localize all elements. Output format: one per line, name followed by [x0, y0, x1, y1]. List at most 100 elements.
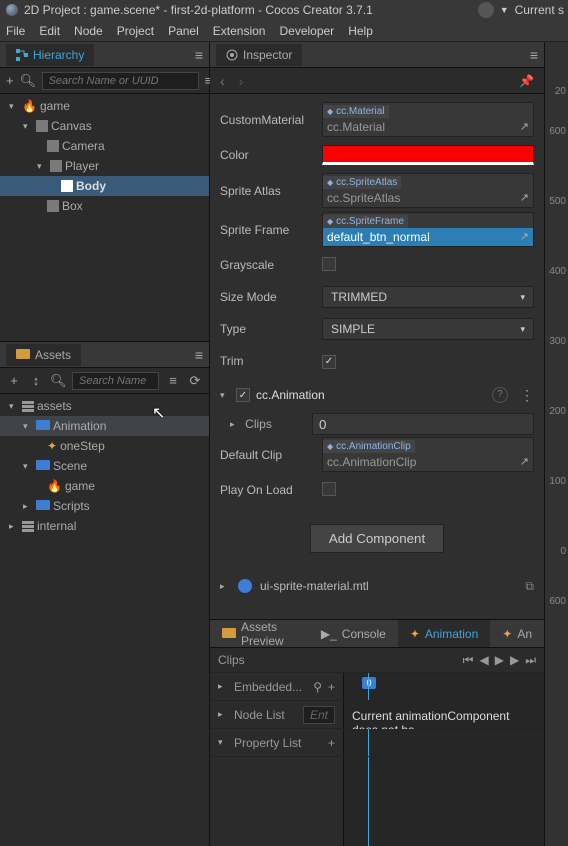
asset-item[interactable]: ▾assets [0, 396, 209, 416]
skip-end-icon[interactable]: ⏭ [525, 653, 536, 668]
expand-arrow-icon[interactable]: ▾ [37, 161, 47, 172]
menu-extension[interactable]: Extension [213, 24, 266, 38]
sprite-frame-field[interactable]: cc.SpriteFrame default_btn_normal ↗ [322, 212, 534, 247]
tab-animation-2[interactable]: ✦An [490, 620, 544, 647]
chevron-down-icon[interactable]: ▼ [500, 5, 509, 15]
asset-item[interactable]: ▸Scripts [0, 496, 209, 516]
asset-item[interactable]: 🔥game [0, 476, 209, 496]
next-frame-icon[interactable]: ▶ [510, 653, 519, 668]
asset-item[interactable]: ✦oneStep [0, 436, 209, 456]
expand-arrow-icon[interactable]: ▾ [23, 121, 33, 132]
hierarchy-node[interactable]: ▾Player [0, 156, 209, 176]
play-icon[interactable]: ▶ [495, 653, 504, 668]
playhead[interactable] [368, 673, 369, 700]
tab-assets[interactable]: Assets [6, 344, 81, 366]
add-node-button[interactable]: + [6, 73, 14, 88]
assets-search-input[interactable] [72, 372, 159, 390]
trim-checkbox[interactable]: ✓ [322, 355, 336, 369]
node-list-input[interactable]: Ent [303, 706, 335, 724]
refresh-icon[interactable]: ⟳ [187, 373, 203, 389]
add-icon[interactable]: + [328, 680, 335, 694]
prev-frame-icon[interactable]: ◀ [479, 653, 488, 668]
panel-menu-icon[interactable]: ≡ [195, 347, 203, 363]
component-menu-icon[interactable]: ⋮ [520, 387, 534, 404]
expand-arrow-icon[interactable]: ▸ [9, 521, 19, 532]
link-icon[interactable]: ↗ [520, 230, 529, 243]
grayscale-checkbox[interactable] [322, 257, 336, 271]
color-picker[interactable] [322, 145, 534, 165]
menu-file[interactable]: File [6, 24, 25, 38]
expand-arrow-icon[interactable]: ▸ [218, 681, 228, 692]
component-enabled-checkbox[interactable]: ✓ [236, 388, 250, 402]
asset-item[interactable]: ▸internal [0, 516, 209, 536]
help-icon[interactable]: ? [492, 387, 508, 403]
hierarchy-node[interactable]: Camera [0, 136, 209, 156]
link-icon[interactable]: ↗ [520, 455, 529, 468]
search-icon[interactable]: 🔍︎ [50, 373, 66, 389]
filter-icon[interactable]: ≡ [165, 373, 181, 388]
expand-arrow-icon[interactable]: ▸ [220, 581, 230, 592]
custom-material-field[interactable]: cc.Material cc.Material ↗ [322, 102, 534, 137]
nav-back-icon[interactable]: ‹ [220, 73, 225, 89]
expand-arrow-icon[interactable]: ▾ [220, 390, 230, 401]
tab-hierarchy[interactable]: Hierarchy [6, 44, 94, 66]
link-icon[interactable]: ↗ [520, 120, 529, 133]
timeline-area[interactable] [344, 757, 544, 846]
hierarchy-node[interactable]: Box [0, 196, 209, 216]
add-property-icon[interactable]: + [328, 736, 335, 750]
menu-node[interactable]: Node [74, 24, 103, 38]
expand-arrow-icon[interactable]: ▾ [9, 101, 19, 112]
preview-globe-icon[interactable] [478, 2, 494, 18]
add-asset-button[interactable]: + [6, 373, 22, 388]
playhead[interactable] [368, 757, 369, 846]
nav-forward-icon[interactable]: › [239, 73, 244, 89]
expand-arrow-icon[interactable]: ▸ [218, 709, 228, 720]
playhead[interactable] [368, 729, 369, 756]
pin-icon[interactable]: 📌 [519, 74, 534, 88]
keyframe-marker[interactable]: 0 [362, 677, 376, 689]
sort-icon[interactable]: ↕ [28, 373, 44, 388]
expand-arrow-icon[interactable]: ▸ [23, 501, 33, 512]
type-select[interactable]: SIMPLE▾ [322, 318, 534, 340]
hierarchy-node[interactable]: ▾Canvas [0, 116, 209, 136]
search-icon[interactable]: 🔍︎ [20, 73, 36, 89]
menu-developer[interactable]: Developer [279, 24, 334, 38]
hierarchy-node[interactable]: Body [0, 176, 209, 196]
asset-item[interactable]: ▾Animation [0, 416, 209, 436]
timeline-area[interactable] [344, 729, 544, 756]
sprite-atlas-field[interactable]: cc.SpriteAtlas cc.SpriteAtlas ↗ [322, 173, 534, 208]
expand-arrow-icon[interactable]: ▾ [218, 737, 228, 748]
copy-icon[interactable]: ⧉ [525, 579, 534, 594]
skip-start-icon[interactable]: ⏮ [463, 653, 474, 668]
component-header-animation[interactable]: ▾ ✓ cc.Animation ? ⋮ [220, 383, 534, 407]
clips-count-input[interactable] [312, 413, 534, 435]
asset-value: cc.AnimationClip [323, 453, 533, 471]
menu-panel[interactable]: Panel [168, 24, 199, 38]
preview-mode-label[interactable]: Current s [515, 3, 564, 17]
panel-menu-icon[interactable]: ≡ [530, 47, 538, 63]
expand-arrow-icon[interactable]: ▾ [23, 461, 33, 472]
hierarchy-node[interactable]: ▾🔥game [0, 96, 209, 116]
menu-help[interactable]: Help [348, 24, 373, 38]
size-mode-select[interactable]: TRIMMED▾ [322, 286, 534, 308]
menu-project[interactable]: Project [117, 24, 154, 38]
cube-icon [61, 180, 73, 192]
default-clip-field[interactable]: cc.AnimationClip cc.AnimationClip ↗ [322, 437, 534, 472]
menu-edit[interactable]: Edit [39, 24, 60, 38]
timeline-ruler[interactable]: 0 [344, 673, 544, 700]
expand-arrow-icon[interactable]: ▾ [9, 401, 19, 412]
expand-arrow-icon[interactable]: ▾ [23, 421, 33, 432]
tab-console[interactable]: ▶_Console [309, 620, 398, 647]
play-on-load-checkbox[interactable] [322, 482, 336, 496]
hierarchy-search-input[interactable] [42, 72, 199, 90]
add-component-button[interactable]: Add Component [310, 524, 444, 553]
link-icon[interactable]: ↗ [520, 191, 529, 204]
material-name[interactable]: ui-sprite-material.mtl [260, 579, 369, 593]
lock-icon[interactable]: ⚲ [313, 680, 322, 694]
panel-menu-icon[interactable]: ≡ [195, 47, 203, 63]
tab-inspector[interactable]: Inspector [216, 44, 302, 66]
tab-assets-preview[interactable]: Assets Preview [210, 620, 309, 647]
expand-arrow-icon[interactable]: ▸ [230, 419, 237, 430]
tab-animation[interactable]: ✦Animation [398, 620, 490, 647]
asset-item[interactable]: ▾Scene [0, 456, 209, 476]
